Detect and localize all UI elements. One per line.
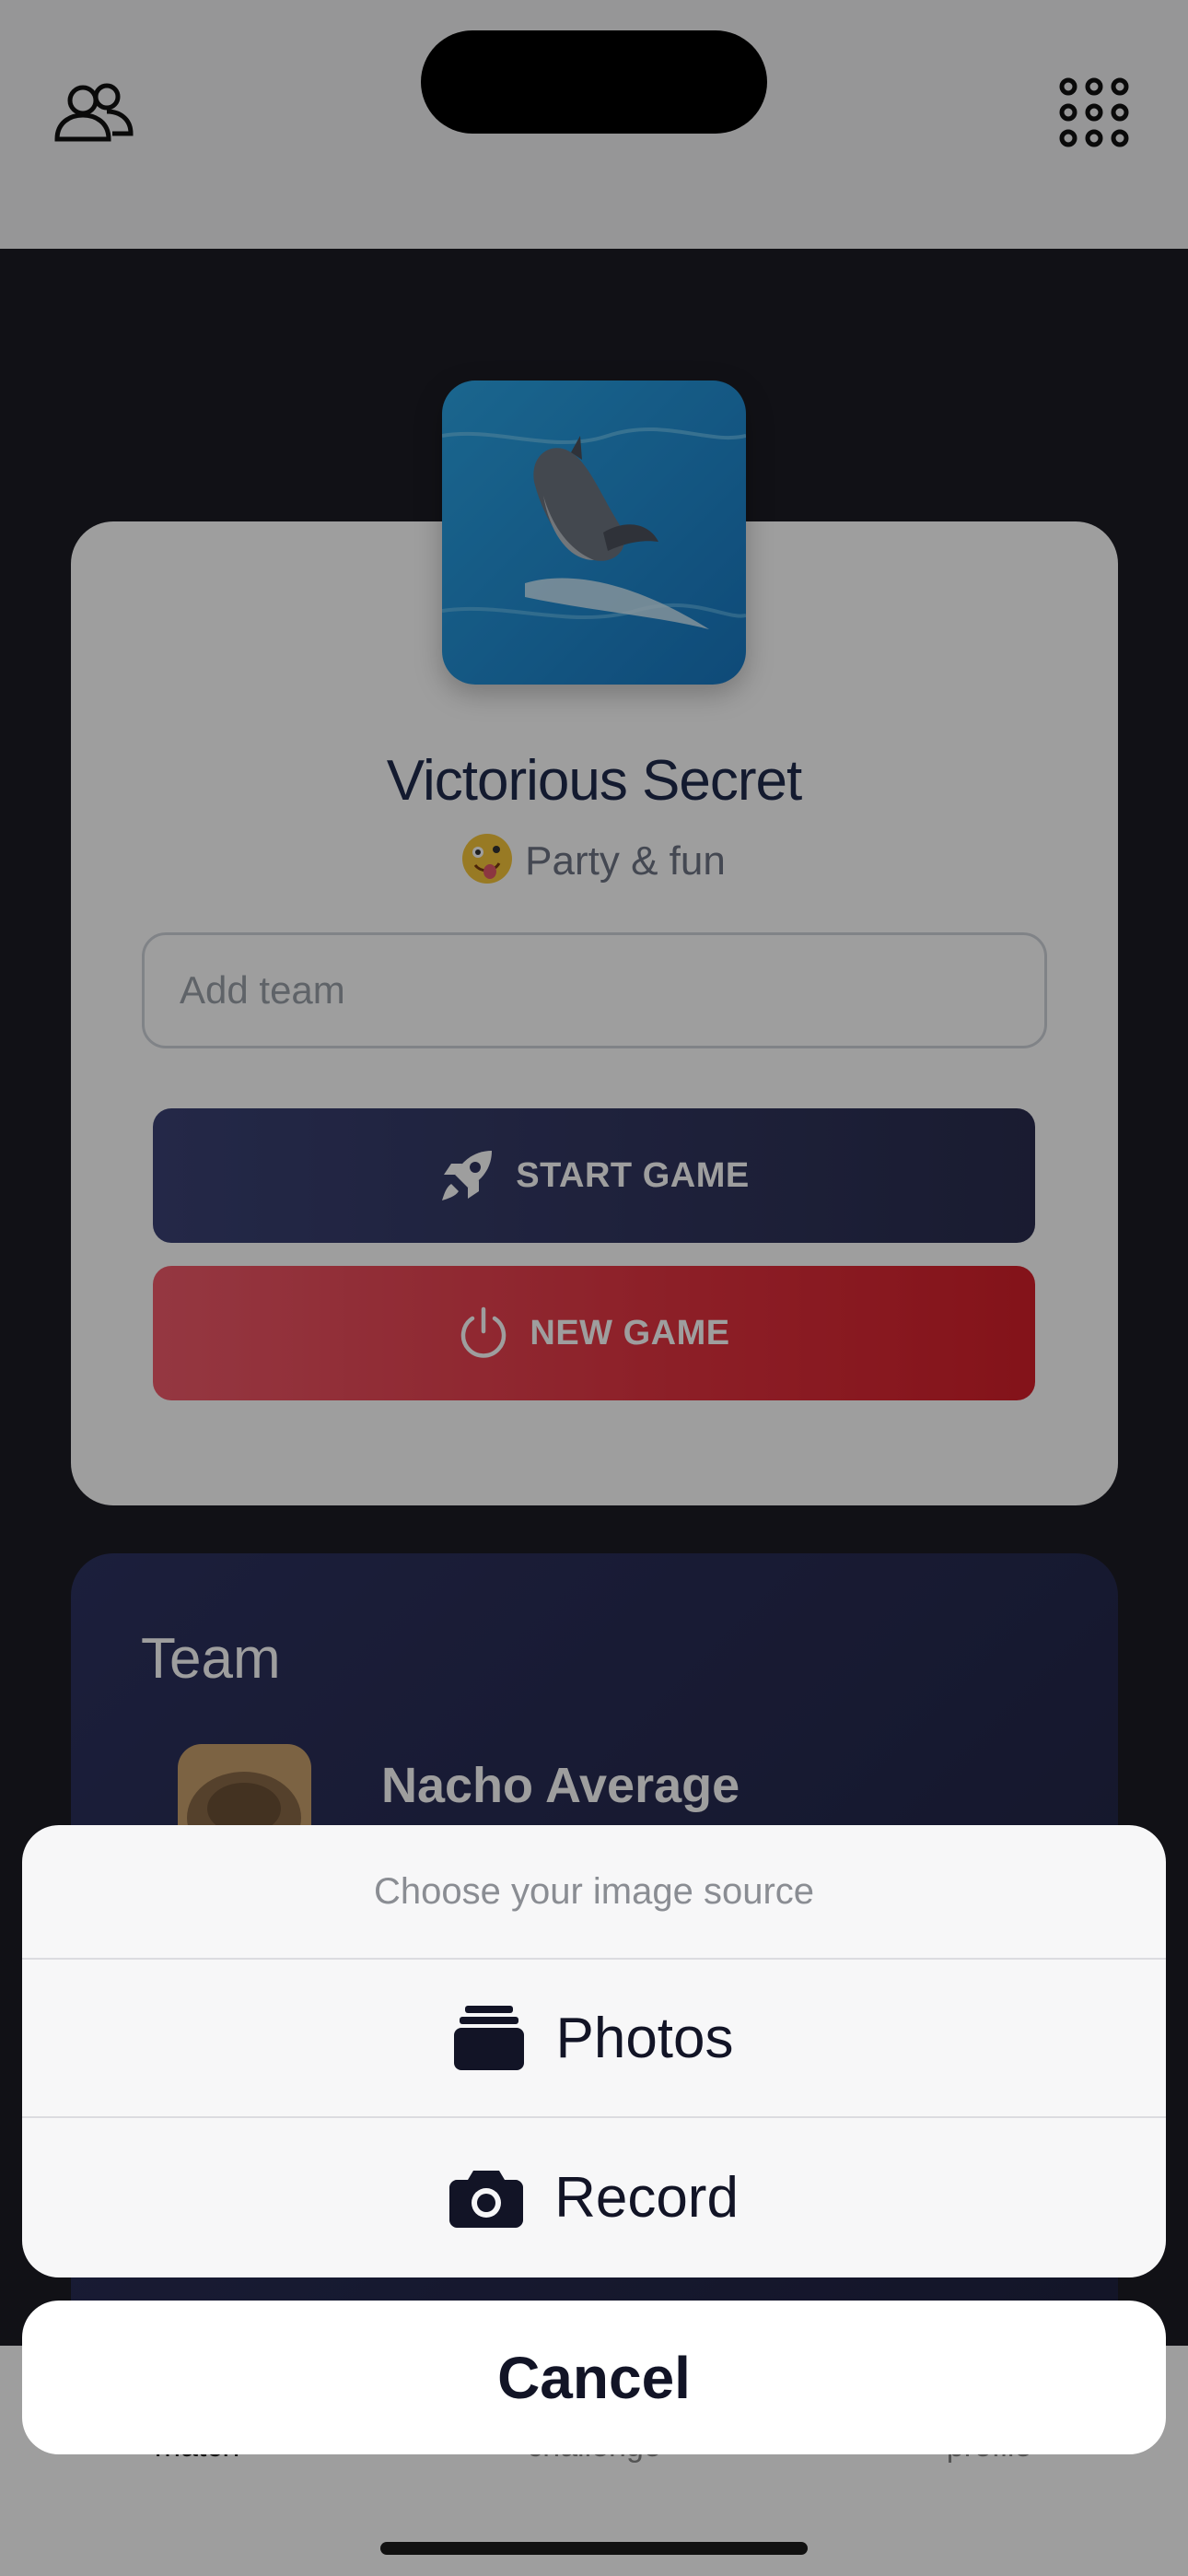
action-sheet-title: Choose your image source — [22, 1825, 1166, 1960]
cancel-button[interactable]: Cancel — [22, 2301, 1166, 2454]
home-indicator[interactable] — [380, 2542, 808, 2555]
image-source-action-sheet: Choose your image source Photos Record — [22, 1825, 1166, 2277]
record-label: Record — [554, 2165, 739, 2230]
photos-label: Photos — [555, 2006, 734, 2070]
photo-stack-icon — [454, 2006, 525, 2070]
photos-option[interactable]: Photos — [22, 1960, 1166, 2118]
record-option[interactable]: Record — [22, 2118, 1166, 2277]
camera-icon — [449, 2171, 524, 2228]
